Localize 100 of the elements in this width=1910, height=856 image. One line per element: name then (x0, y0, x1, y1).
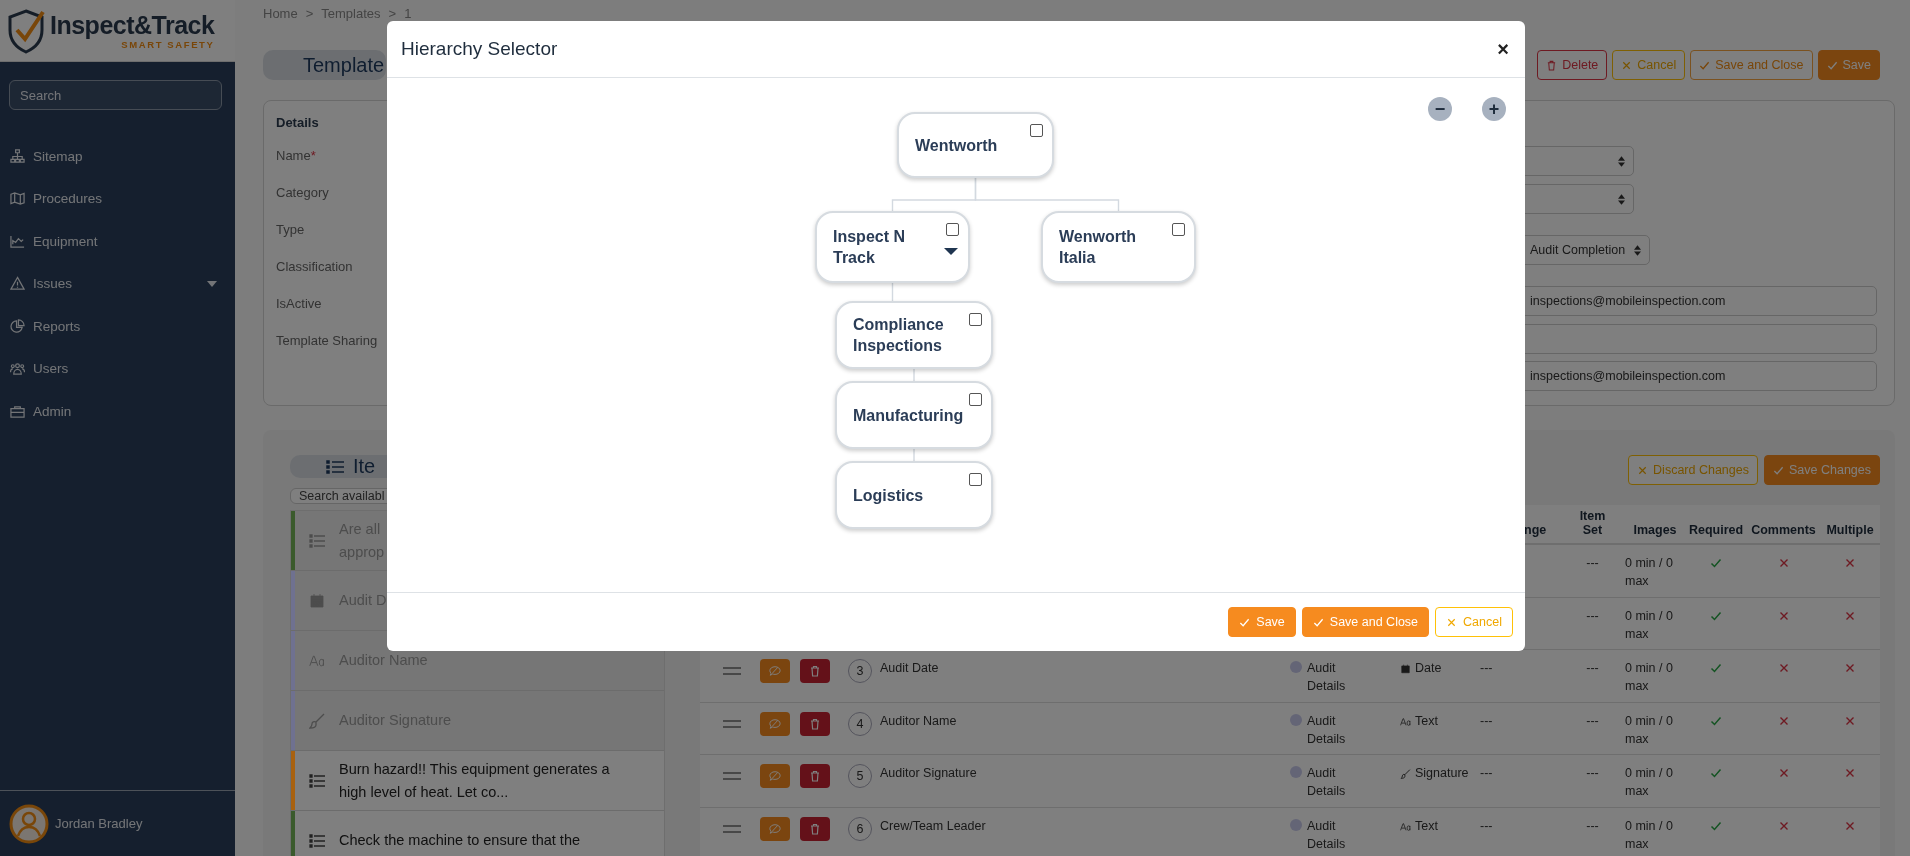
users-icon (10, 361, 25, 377)
node-label: Wentworth (915, 135, 998, 156)
save-button[interactable]: Save (1228, 607, 1296, 637)
item-type: Text (1415, 712, 1438, 730)
save-button[interactable]: Save (1817, 50, 1880, 80)
field-label: Classification (276, 259, 353, 274)
item-set-value: --- (1586, 555, 1599, 572)
node-label: Inspect N Track (833, 227, 906, 268)
logo-tagline: SMART SAFETY (121, 39, 215, 50)
drag-handle-icon[interactable] (723, 667, 741, 675)
tree-node[interactable]: Inspect N Track (815, 211, 970, 283)
delete-button[interactable]: Delete (1537, 50, 1608, 80)
search-field[interactable]: Search (9, 80, 222, 110)
range-value: --- (1480, 817, 1493, 835)
field-label: Name* (276, 148, 316, 163)
nav-item[interactable]: Equipment (33, 233, 98, 249)
nav-item[interactable]: Reports (33, 318, 81, 334)
close-button[interactable]: × (1495, 39, 1511, 59)
column-header: Required (1688, 523, 1744, 537)
nav-item[interactable]: Issues (33, 276, 73, 292)
group-name: Audit Details (1307, 712, 1347, 748)
delete-button[interactable] (800, 659, 830, 683)
node-label: Manufacturing (853, 405, 964, 426)
field-label: Category (276, 185, 329, 200)
drag-handle-icon[interactable] (723, 824, 741, 833)
items-title: Ite (353, 455, 376, 478)
breadcrumb-link[interactable]: Templates (321, 5, 381, 21)
item-set-value: --- (1586, 712, 1599, 730)
nav-item[interactable]: Procedures (33, 191, 103, 207)
node-label: Wenworth Italia (1059, 227, 1138, 268)
node-label: Logistics (853, 485, 924, 506)
tree-node[interactable]: Compliance Inspections (835, 301, 993, 369)
chart-icon (10, 233, 25, 249)
trash-icon (809, 717, 821, 730)
brush-icon (309, 712, 325, 729)
item-set-value: --- (1586, 817, 1599, 835)
breadcrumb-link[interactable]: Home (263, 5, 298, 21)
comment-icon (769, 770, 781, 782)
save-close-button[interactable]: Save and Close (1301, 607, 1430, 637)
check-icon (1773, 464, 1784, 476)
caret-icon[interactable] (944, 248, 958, 255)
text-icon (1400, 716, 1411, 727)
drag-handle-icon[interactable] (723, 719, 741, 728)
drag-handle-icon[interactable] (723, 772, 741, 780)
checkbox[interactable] (969, 313, 982, 326)
save-close-button[interactable]: Save and Close (1690, 50, 1813, 80)
nav-item[interactable]: Sitemap (33, 148, 83, 164)
delete-button[interactable] (800, 816, 830, 841)
checkbox[interactable] (969, 393, 982, 406)
tree-node[interactable]: Wenworth Italia (1041, 211, 1196, 283)
checkbox[interactable] (969, 473, 982, 486)
nav-item[interactable]: Admin (33, 403, 72, 419)
tree-node[interactable]: Manufacturing (835, 381, 993, 449)
zoom-in-button[interactable]: + (1482, 97, 1506, 121)
field-label: IsActive (276, 296, 322, 311)
check-icon (1239, 616, 1251, 628)
checkbox[interactable] (1030, 124, 1043, 137)
breadcrumb-separator: > (388, 5, 397, 21)
comment-button[interactable] (760, 711, 790, 736)
item-text: Burn hazard!! This equipment generates a high level of heat. Let co... (339, 759, 611, 802)
item-text: Check the machine to ensure that the (339, 831, 581, 850)
comment-icon (769, 717, 781, 730)
trash-icon (809, 770, 821, 782)
available-item[interactable]: Check the machine to ensure that the (291, 811, 664, 856)
shield-check-icon (6, 7, 46, 54)
field-label: Type (276, 222, 305, 237)
dialog-title: Hierarchy Selector (401, 38, 558, 60)
check-icon (1826, 59, 1838, 71)
group-dot-icon (1290, 713, 1302, 726)
list-icon (309, 832, 325, 849)
comment-icon (769, 822, 781, 835)
item-set-value: --- (1586, 765, 1599, 782)
details-heading: Details (276, 115, 320, 132)
item-name: Audit Date (880, 660, 939, 677)
item-set-value: --- (1586, 660, 1599, 677)
nav-item[interactable]: Users (33, 361, 69, 377)
pie-chart-icon (10, 318, 25, 334)
images-value: 0 min / 0 max (1625, 817, 1674, 853)
breadcrumb-link[interactable]: 1 (404, 5, 412, 21)
available-item[interactable]: Burn hazard!! This equipment generates a high level of heat. Let co... (291, 751, 664, 811)
field-label: Template Sharing (276, 333, 378, 348)
tree-node[interactable]: Wentworth (897, 112, 1054, 178)
cancel-button[interactable]: Cancel (1435, 607, 1513, 637)
images-value: 0 min / 0 max (1625, 765, 1674, 800)
checkbox[interactable] (946, 223, 959, 236)
delete-button[interactable] (800, 764, 830, 788)
close-icon (1637, 464, 1649, 476)
item-type: Text (1415, 817, 1438, 835)
item-type: Signature (1415, 765, 1469, 782)
text-icon (1400, 821, 1411, 832)
comment-button[interactable] (760, 816, 790, 841)
save-changes-button[interactable]: Save Changes (1764, 455, 1880, 485)
zoom-out-button[interactable]: − (1428, 97, 1452, 121)
checkbox[interactable] (1172, 223, 1185, 236)
delete-button[interactable] (800, 711, 830, 736)
avatar-icon[interactable] (9, 803, 49, 844)
map-icon (10, 191, 25, 207)
tree-node[interactable]: Logistics (835, 461, 993, 529)
images-value: 0 min / 0 max (1625, 607, 1674, 643)
list-icon (309, 772, 325, 789)
